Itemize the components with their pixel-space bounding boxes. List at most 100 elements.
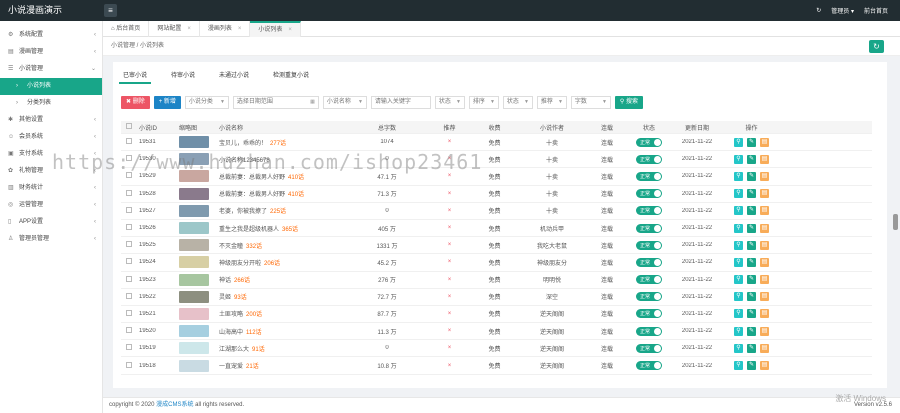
footer-brand-link[interactable]: 漫成CMS系统 — [156, 402, 193, 408]
row-checkbox[interactable] — [121, 361, 137, 370]
row-checkbox[interactable] — [121, 155, 137, 163]
row-checkbox[interactable] — [121, 206, 137, 215]
column-header[interactable]: 小说作者 — [517, 123, 587, 132]
delete-icon[interactable]: ▤ — [760, 309, 769, 319]
row-checkbox[interactable] — [121, 327, 137, 335]
row-checkbox[interactable] — [121, 258, 137, 266]
column-header[interactable]: 更新日期 — [671, 123, 723, 132]
recommend-flag[interactable]: × — [427, 156, 472, 162]
chapter-count[interactable]: 200话 — [246, 312, 262, 318]
column-header[interactable]: 小说ID — [137, 123, 177, 132]
status-toggle[interactable]: 正常 — [636, 343, 662, 353]
sidebar-item-8[interactable]: ✿ 礼物管理 ‹ — [0, 163, 102, 180]
view-icon[interactable]: ⚲ — [734, 275, 743, 285]
sidebar-item-11[interactable]: ▯ APP设置 ‹ — [0, 214, 102, 231]
category-select[interactable]: 小说分类 ▼ — [184, 95, 229, 109]
recommend-flag[interactable]: × — [427, 225, 472, 231]
recommend-flag[interactable]: × — [427, 328, 472, 334]
delete-icon[interactable]: ▤ — [760, 326, 769, 336]
close-icon[interactable]: × — [187, 26, 191, 32]
delete-icon[interactable]: ▤ — [760, 137, 769, 147]
sidebar-item-1[interactable]: ▤ 漫画管理 ‹ — [0, 44, 102, 61]
scrollbar[interactable] — [893, 214, 898, 230]
sidebar-item-12[interactable]: ♙ 管理员管理 ‹ — [0, 231, 102, 248]
row-checkbox[interactable] — [121, 172, 137, 180]
novel-name-link[interactable]: 不灭金瞳 — [219, 244, 243, 250]
sidebar-item-7[interactable]: ▣ 支付系统 ‹ — [0, 146, 102, 163]
edit-icon[interactable]: ✎ — [747, 154, 756, 164]
tab-1[interactable]: 网站配置 × — [149, 21, 200, 37]
edit-icon[interactable]: ✎ — [747, 240, 756, 250]
column-header[interactable]: 操作 — [723, 123, 780, 132]
delete-icon[interactable]: ▤ — [760, 223, 769, 233]
delete-icon[interactable]: ▤ — [760, 206, 769, 216]
chapter-count[interactable]: 266话 — [234, 278, 250, 284]
frontend-link[interactable]: 前台首页 — [864, 6, 888, 15]
sidebar-item-10[interactable]: ◎ 运营管理 ‹ — [0, 197, 102, 214]
status-tab-2[interactable]: 未通过小说 — [215, 68, 253, 84]
status-toggle[interactable]: 正常 — [636, 206, 662, 216]
chapter-count[interactable]: 225话 — [270, 209, 286, 215]
row-checkbox[interactable] — [121, 275, 137, 284]
delete-icon[interactable]: ▤ — [760, 257, 769, 267]
novel-name-link[interactable]: 神级朋友分开啦 — [219, 261, 261, 267]
tab-3[interactable]: 小说列表 × — [250, 21, 301, 37]
view-icon[interactable]: ⚲ — [734, 206, 743, 216]
chapter-count[interactable]: 332话 — [246, 244, 262, 250]
delete-icon[interactable]: ▤ — [760, 189, 769, 199]
recommend-flag[interactable]: × — [427, 294, 472, 300]
status-toggle[interactable]: 正常 — [636, 171, 662, 181]
row-checkbox[interactable] — [121, 189, 137, 198]
recommend-flag[interactable]: × — [427, 311, 472, 317]
row-checkbox[interactable] — [121, 138, 137, 146]
sidebar-item-5[interactable]: ✱ 其他设置 ‹ — [0, 112, 102, 129]
chapter-count[interactable]: 410话 — [288, 175, 304, 181]
novel-name-link[interactable]: 土匪攻略 — [219, 312, 243, 318]
tab-0[interactable]: ⌂ 后台首页 — [103, 21, 150, 37]
row-checkbox[interactable] — [121, 309, 137, 318]
column-header[interactable]: 缩略图 — [177, 123, 217, 132]
status-toggle[interactable]: 正常 — [636, 361, 662, 371]
edit-icon[interactable]: ✎ — [747, 189, 756, 199]
sidebar-item-6[interactable]: ☺ 会员系统 ‹ — [0, 129, 102, 146]
status-select[interactable]: 状态 ▼ — [434, 95, 465, 109]
keyword-input[interactable]: 请输入关键字 — [370, 95, 431, 109]
view-icon[interactable]: ⚲ — [734, 343, 743, 353]
recommend-flag[interactable]: × — [427, 173, 472, 179]
sidebar-item-0[interactable]: ⚙ 系统配置 ‹ — [0, 27, 102, 44]
delete-icon[interactable]: ▤ — [760, 292, 769, 302]
delete-icon[interactable]: ▤ — [760, 275, 769, 285]
novel-name-link[interactable]: 江湖那么大 — [219, 347, 249, 353]
recommend-flag[interactable]: × — [427, 139, 472, 145]
view-icon[interactable]: ⚲ — [734, 189, 743, 199]
recommend-flag[interactable]: × — [427, 277, 472, 283]
column-header[interactable]: 小说名称 — [217, 123, 347, 132]
delete-button[interactable]: ✖ 删除 — [121, 95, 150, 109]
novel-name-link[interactable]: 山海高中 — [219, 330, 243, 336]
search-button[interactable]: ⚲ 搜索 — [614, 95, 643, 109]
field-select[interactable]: 小说名称 ▼ — [322, 95, 367, 109]
edit-icon[interactable]: ✎ — [747, 275, 756, 285]
view-icon[interactable]: ⚲ — [734, 171, 743, 181]
recommend-flag[interactable]: × — [427, 191, 472, 197]
chapter-count[interactable]: 21话 — [246, 364, 259, 370]
status-toggle[interactable]: 正常 — [636, 292, 662, 302]
tab-2[interactable]: 漫画列表 × — [200, 21, 251, 37]
status-tab-3[interactable]: 检测重复小说 — [269, 68, 313, 84]
view-icon[interactable]: ⚲ — [734, 240, 743, 250]
edit-icon[interactable]: ✎ — [747, 309, 756, 319]
chapter-count[interactable]: 112话 — [246, 330, 262, 336]
select-all-checkbox[interactable] — [121, 123, 137, 131]
status-toggle[interactable]: 正常 — [636, 154, 662, 164]
close-icon[interactable]: × — [238, 26, 242, 32]
close-icon[interactable]: × — [288, 27, 292, 33]
recommend-flag[interactable]: × — [427, 259, 472, 265]
sidebar-item-4[interactable]: › 分类列表 — [0, 95, 102, 112]
edit-icon[interactable]: ✎ — [747, 361, 756, 371]
novel-name-link[interactable]: 宝贝儿，乖乖的！ — [219, 141, 267, 147]
add-button[interactable]: + 新增 — [153, 95, 181, 109]
status-toggle[interactable]: 正常 — [636, 240, 662, 250]
row-checkbox[interactable] — [121, 241, 137, 249]
column-header[interactable]: 收费 — [472, 123, 517, 132]
status-toggle[interactable]: 正常 — [636, 309, 662, 319]
